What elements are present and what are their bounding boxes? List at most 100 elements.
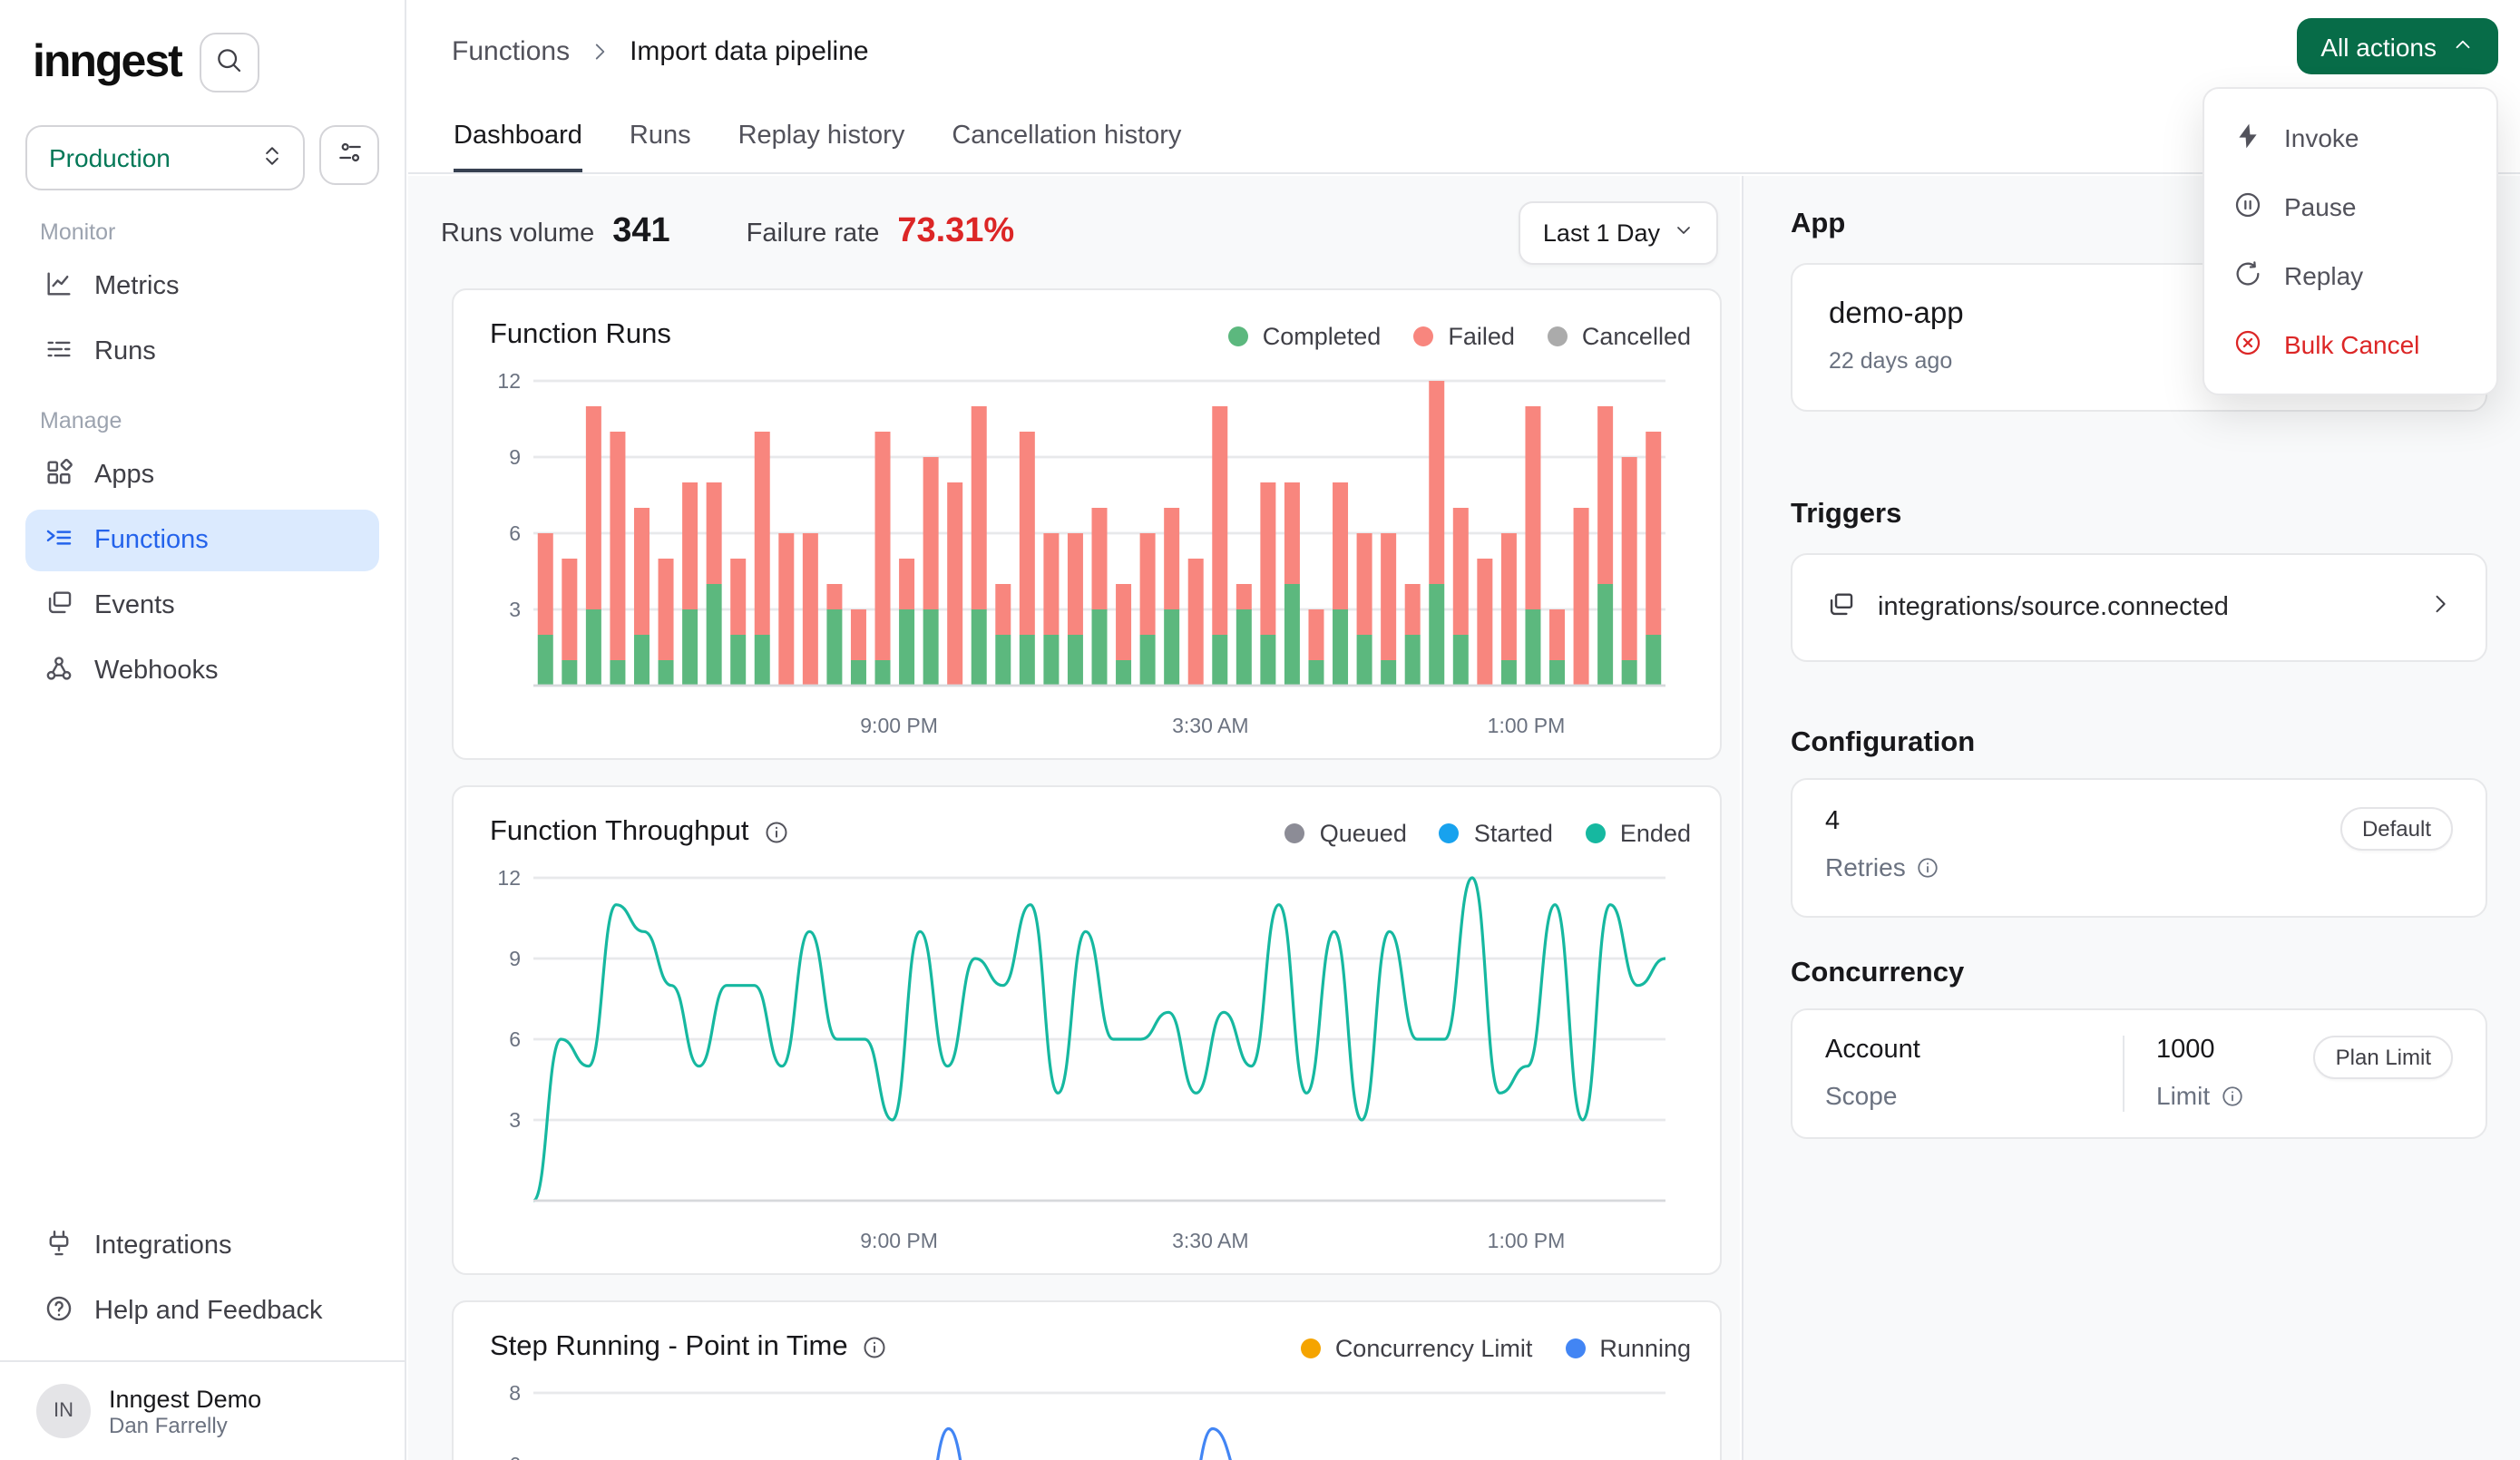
sidebar-item-webhooks[interactable]: Webhooks [25, 640, 379, 702]
display-settings-button[interactable] [319, 125, 379, 185]
metrics-icon [44, 268, 74, 306]
step-running-title: Step Running - Point in Time [490, 1331, 848, 1364]
inngest-dashboard: inngest Production Monitor [0, 0, 2520, 1460]
breadcrumb-current: Import data pipeline [630, 36, 869, 67]
info-icon[interactable] [764, 820, 789, 845]
svg-text:12: 12 [497, 369, 521, 393]
plug-icon [44, 1227, 74, 1265]
svg-text:1:00 PM: 1:00 PM [1488, 1229, 1566, 1252]
configuration-heading: Configuration [1791, 727, 2487, 760]
failure-rate-value: 73.31% [897, 212, 1014, 252]
retries-label: Retries [1825, 852, 1906, 881]
sidebar-item-apps[interactable]: Apps [25, 444, 379, 506]
trigger-row[interactable]: integrations/source.connected [1791, 553, 2487, 662]
chevron-right-icon [2427, 589, 2453, 626]
events-windows-icon [44, 587, 74, 625]
limit-value: 1000 [2156, 1036, 2244, 1065]
svg-text:9:00 PM: 9:00 PM [860, 714, 938, 737]
section-manage: Manage [40, 408, 365, 433]
search-button[interactable] [200, 33, 259, 92]
info-icon[interactable] [863, 1335, 888, 1360]
function-runs-chart[interactable]: 369129:00 PM3:30 AM1:00 PM [479, 363, 1695, 747]
function-throughput-title: Function Throughput [490, 816, 749, 849]
tab-runs[interactable]: Runs [630, 122, 691, 172]
info-icon[interactable] [1917, 855, 1940, 879]
legend-label: Ended [1620, 819, 1691, 846]
runs-list-icon [44, 333, 74, 371]
help-circle-icon [44, 1292, 74, 1330]
svg-text:9:00 PM: 9:00 PM [860, 1229, 938, 1252]
svg-text:6: 6 [509, 1453, 521, 1460]
event-windows-icon [1825, 589, 1856, 626]
chevron-down-icon [1673, 219, 1695, 246]
scope-value: Account [1825, 1036, 1920, 1065]
runs-volume-label: Runs volume [441, 219, 594, 248]
legend-label: Failed [1448, 322, 1515, 349]
user-menu[interactable]: IN Inngest Demo Dan Farrelly [25, 1380, 379, 1442]
trigger-event-name: integrations/source.connected [1878, 593, 2229, 622]
tab-replay-history[interactable]: Replay history [738, 122, 905, 172]
svg-text:12: 12 [497, 866, 521, 890]
svg-text:9: 9 [509, 445, 521, 469]
svg-text:8: 8 [509, 1381, 521, 1405]
workspace-select[interactable]: Production [25, 125, 305, 190]
info-icon[interactable] [2221, 1084, 2244, 1107]
replay-icon [2233, 258, 2262, 293]
sliders-icon [335, 138, 364, 172]
sidebar-item-events[interactable]: Events [25, 575, 379, 637]
limit-label: Limit [2156, 1081, 2210, 1110]
function-runs-title: Function Runs [490, 319, 671, 352]
legend-label: Queued [1320, 819, 1407, 846]
search-icon [215, 45, 244, 80]
tab-cancellation-history[interactable]: Cancellation history [952, 122, 1181, 172]
default-badge: Default [2340, 807, 2453, 851]
function-runs-legend: Completed Failed Cancelled [1228, 322, 1691, 349]
menu-item-bulk-cancel[interactable]: Bulk Cancel [2204, 310, 2496, 379]
all-actions-button[interactable]: All actions [2297, 18, 2498, 74]
sidebar: inngest Production Monitor [0, 0, 406, 1460]
chevron-up-down-icon [259, 142, 285, 173]
svg-text:3:30 AM: 3:30 AM [1172, 1229, 1248, 1252]
function-throughput-chart[interactable]: 369129:00 PM3:30 AM1:00 PM [479, 860, 1695, 1262]
inngest-logo: inngest [33, 36, 181, 89]
pause-circle-icon [2233, 190, 2262, 224]
svg-text:1:00 PM: 1:00 PM [1488, 714, 1566, 737]
section-monitor: Monitor [40, 219, 365, 245]
cancelled-dot [1548, 326, 1568, 346]
legend-label: Started [1474, 819, 1553, 846]
sidebar-item-label: Help and Feedback [94, 1297, 323, 1326]
runs-volume-value: 341 [612, 212, 669, 252]
menu-item-invoke[interactable]: Invoke [2204, 103, 2496, 172]
svg-text:3: 3 [509, 598, 521, 621]
all-actions-menu: Invoke Pause Replay Bulk Cancel [2203, 87, 2498, 395]
legend-label: Completed [1263, 322, 1382, 349]
time-range-select[interactable]: Last 1 Day [1519, 200, 1718, 264]
menu-item-label: Replay [2284, 261, 2363, 290]
queued-dot [1285, 822, 1305, 842]
sidebar-item-label: Integrations [94, 1231, 232, 1260]
apps-grid-icon [44, 456, 74, 494]
webhooks-icon [44, 652, 74, 690]
menu-item-label: Bulk Cancel [2284, 330, 2419, 359]
sidebar-item-runs[interactable]: Runs [25, 321, 379, 383]
sidebar-item-metrics[interactable]: Metrics [25, 256, 379, 317]
step-running-chart[interactable]: 2468 [479, 1375, 1695, 1460]
sidebar-item-label: Functions [94, 526, 209, 555]
triggers-heading: Triggers [1791, 499, 2487, 531]
sidebar-item-integrations[interactable]: Integrations [25, 1215, 379, 1277]
ended-dot [1586, 822, 1606, 842]
time-range-value: Last 1 Day [1543, 219, 1660, 246]
failed-dot [1413, 326, 1433, 346]
tab-dashboard[interactable]: Dashboard [454, 122, 582, 172]
concurrency-limit-dot [1301, 1338, 1321, 1358]
divider [2122, 1036, 2124, 1112]
main-content: Runs volume 341 Failure rate 73.31% Last… [408, 176, 1740, 1460]
menu-item-replay[interactable]: Replay [2204, 241, 2496, 310]
svg-text:6: 6 [509, 521, 521, 545]
concurrency-card: Account Scope 1000 Limit Plan Limit [1791, 1008, 2487, 1139]
sidebar-item-functions[interactable]: Functions [25, 510, 379, 571]
svg-text:6: 6 [509, 1027, 521, 1051]
breadcrumb-functions[interactable]: Functions [452, 36, 570, 67]
sidebar-item-help[interactable]: Help and Feedback [25, 1280, 379, 1342]
menu-item-pause[interactable]: Pause [2204, 172, 2496, 241]
